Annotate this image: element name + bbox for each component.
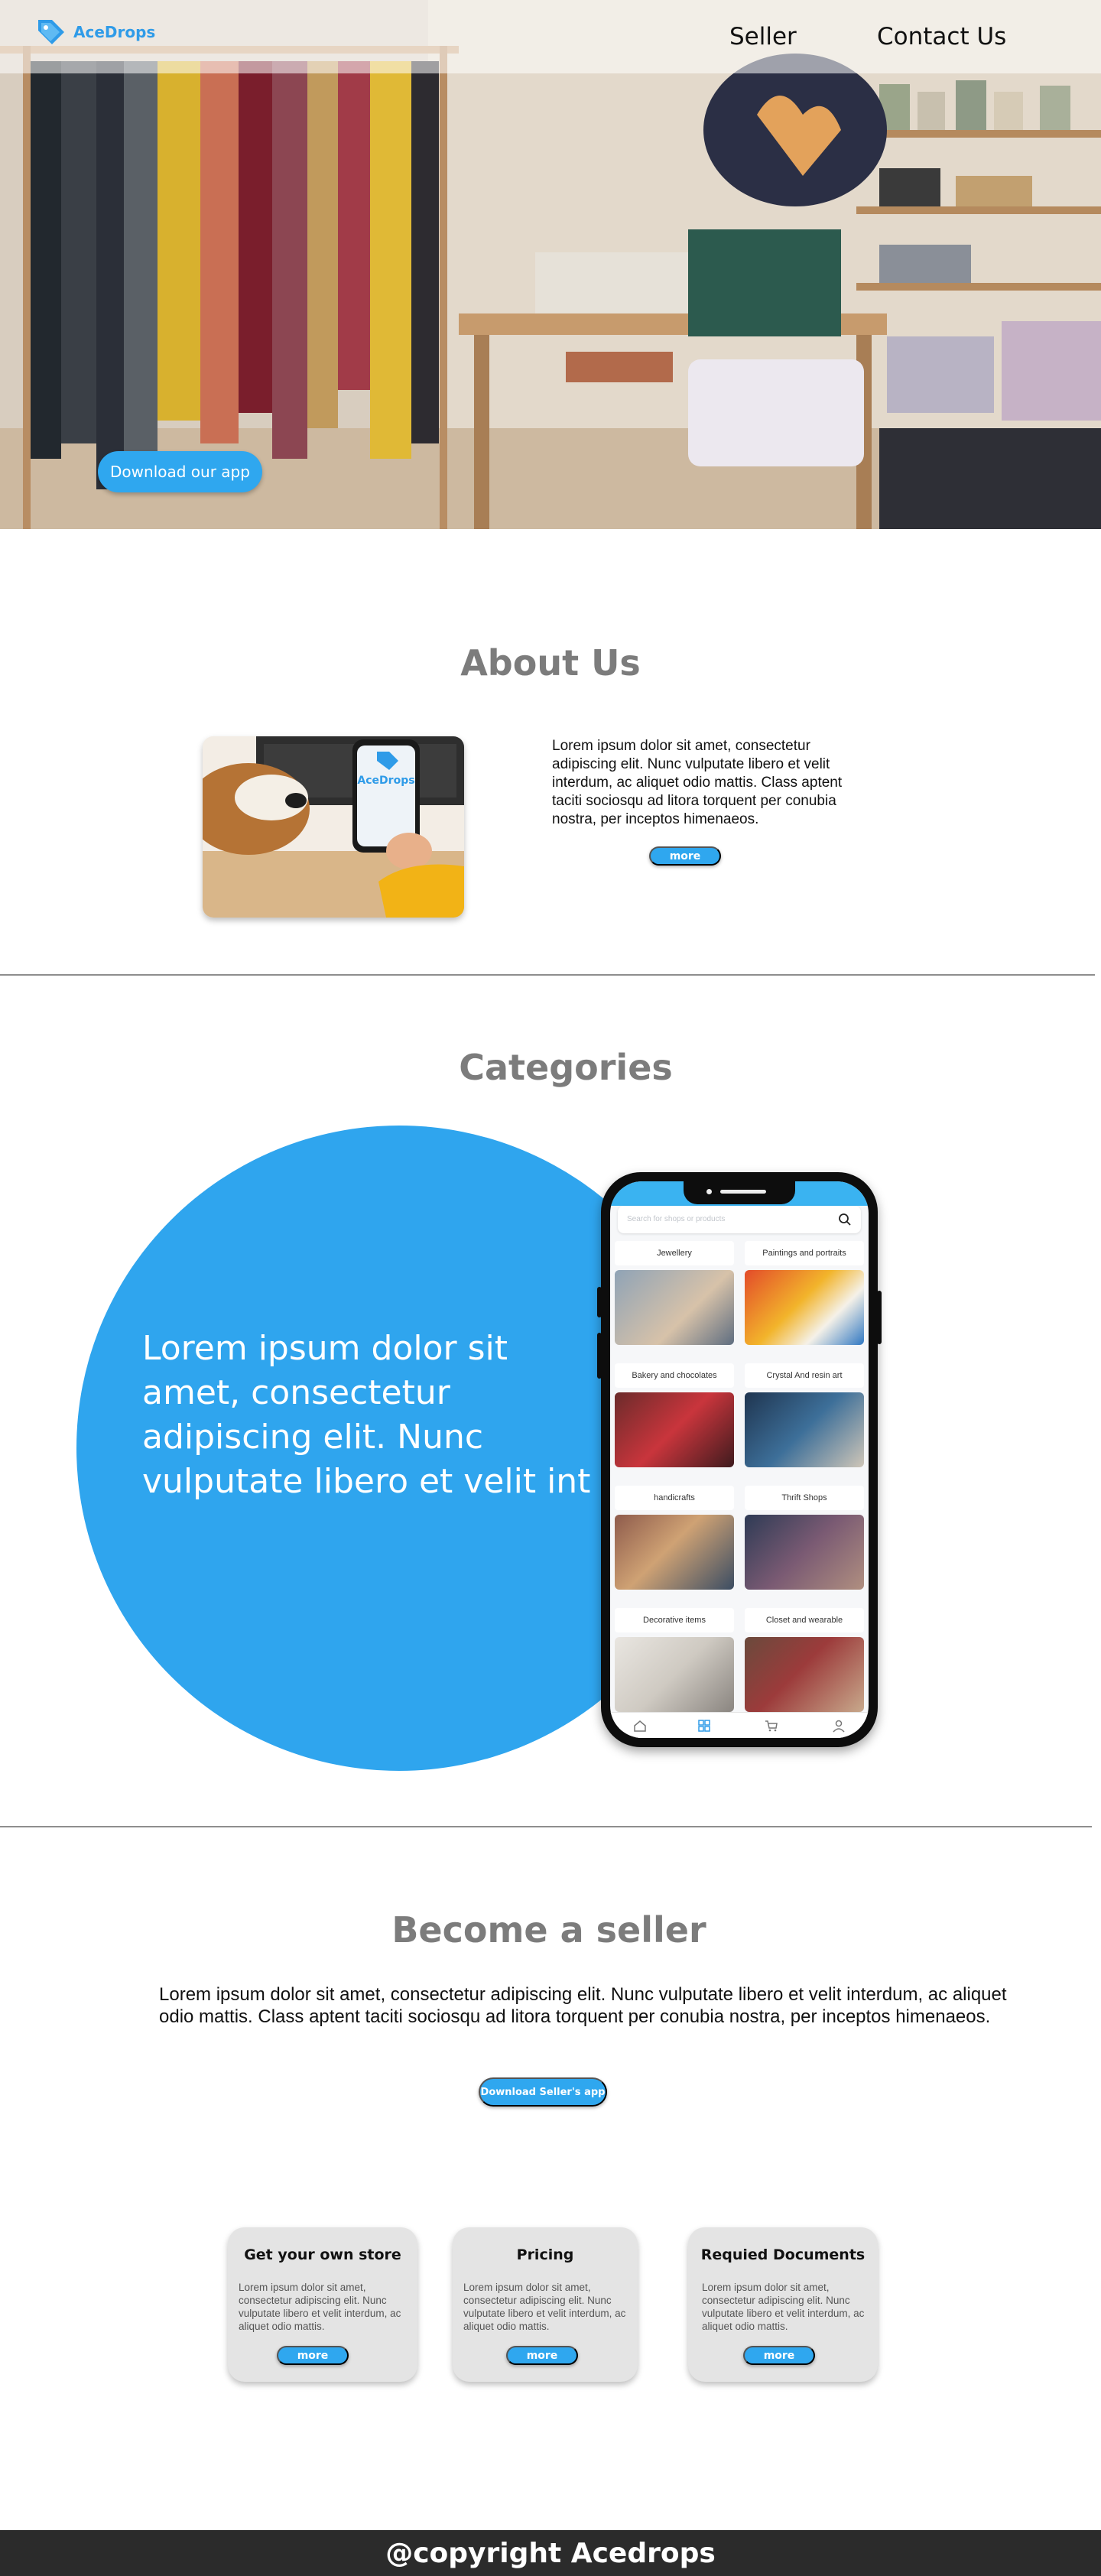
phone-notch: [684, 1181, 795, 1204]
section-divider: [0, 974, 1095, 976]
category-tile[interactable]: Thrift Shops: [745, 1486, 864, 1590]
phone-side-button: [597, 1333, 602, 1379]
category-label: Thrift Shops: [745, 1486, 864, 1510]
category-label: Bakery and chocolates: [615, 1363, 734, 1388]
cart-icon[interactable]: [765, 1719, 778, 1733]
category-tile[interactable]: Decorative items: [615, 1608, 734, 1712]
brand-name: AceDrops: [73, 23, 156, 41]
category-image: [615, 1637, 734, 1712]
footer-copyright: @copyright Acedrops: [385, 2538, 716, 2569]
download-seller-app-button[interactable]: Download Seller's app: [479, 2077, 607, 2107]
category-tile[interactable]: Closet and wearable: [745, 1608, 864, 1712]
category-tile[interactable]: Jewellery: [615, 1241, 734, 1345]
search-icon[interactable]: [838, 1213, 852, 1226]
top-navbar: AceDrops Seller Contact Us: [0, 0, 1101, 73]
card-more-button[interactable]: more: [743, 2346, 815, 2365]
phone-mockup: Search for shops or products Jewellery P…: [597, 1172, 882, 1747]
category-label: Crystal And resin art: [745, 1363, 864, 1388]
download-app-button[interactable]: Download our app: [98, 451, 262, 492]
category-label: Closet and wearable: [745, 1608, 864, 1632]
category-image: [745, 1637, 864, 1712]
card-more-button[interactable]: more: [506, 2346, 578, 2365]
phone-search-placeholder: Search for shops or products: [627, 1215, 726, 1223]
about-photo: AceDrops: [203, 736, 464, 918]
about-image-app-label: AceDrops: [357, 775, 414, 787]
category-image: [745, 1392, 864, 1467]
card-body: Lorem ipsum dolor sit amet, consectetur …: [702, 2282, 865, 2332]
hero-store-photo: [0, 0, 1101, 529]
phone-screen: Search for shops or products Jewellery P…: [610, 1181, 869, 1738]
phone-side-button: [877, 1291, 882, 1344]
seller-description: Lorem ipsum dolor sit amet, consectetur …: [159, 1984, 1007, 2027]
category-label: Jewellery: [615, 1241, 734, 1265]
seller-card-store: Get your own store Lorem ipsum dolor sit…: [228, 2227, 417, 2382]
categories-circle-text: Lorem ipsum dolor sit amet, consectetur …: [142, 1329, 591, 1501]
speaker-bar: [720, 1190, 766, 1194]
nav-contact-link[interactable]: Contact Us: [877, 23, 1006, 50]
hero-banner: AceDrops Seller Contact Us Download our …: [0, 0, 1101, 529]
card-more-button[interactable]: more: [277, 2346, 349, 2365]
grid-icon[interactable]: [697, 1719, 711, 1733]
category-image: [745, 1270, 864, 1345]
camera-dot: [706, 1189, 712, 1194]
card-body: Lorem ipsum dolor sit amet, consectetur …: [239, 2282, 401, 2332]
category-image: [615, 1515, 734, 1590]
category-image: [615, 1392, 734, 1467]
about-description: Lorem ipsum dolor sit amet, consectetur …: [552, 738, 843, 827]
category-label: Paintings and portraits: [745, 1241, 864, 1265]
about-title: About Us: [460, 642, 641, 684]
about-more-button[interactable]: more: [649, 846, 721, 866]
category-image: [745, 1515, 864, 1590]
seller-card-documents: Requied Documents Lorem ipsum dolor sit …: [688, 2227, 878, 2382]
seller-card-pricing: Pricing Lorem ipsum dolor sit amet, cons…: [453, 2227, 638, 2382]
card-body: Lorem ipsum dolor sit amet, consectetur …: [463, 2282, 626, 2332]
phone-search-bar[interactable]: Search for shops or products: [618, 1206, 861, 1233]
profile-icon[interactable]: [832, 1719, 846, 1733]
card-title: Requied Documents: [700, 2246, 866, 2263]
phone-side-button: [597, 1287, 602, 1317]
card-title: Get your own store: [244, 2246, 401, 2263]
about-image: AceDrops: [203, 736, 464, 918]
category-image: [615, 1270, 734, 1345]
category-label: Decorative items: [615, 1608, 734, 1632]
brand-logo[interactable]: AceDrops: [35, 17, 155, 47]
category-label: handicrafts: [615, 1486, 734, 1510]
category-tile[interactable]: Bakery and chocolates: [615, 1363, 734, 1467]
tag-logo-icon: [38, 20, 64, 44]
nav-seller-link[interactable]: Seller: [729, 23, 797, 50]
page-footer: @copyright Acedrops: [0, 2530, 1101, 2576]
section-divider: [0, 1826, 1092, 1827]
category-tile[interactable]: Paintings and portraits: [745, 1241, 864, 1345]
seller-title: Become a seller: [391, 1909, 706, 1951]
category-tile[interactable]: handicrafts: [615, 1486, 734, 1590]
category-tile[interactable]: Crystal And resin art: [745, 1363, 864, 1467]
card-title: Pricing: [516, 2246, 574, 2263]
home-icon[interactable]: [633, 1719, 647, 1733]
categories-title: Categories: [459, 1047, 673, 1088]
phone-tab-bar: [610, 1712, 869, 1738]
